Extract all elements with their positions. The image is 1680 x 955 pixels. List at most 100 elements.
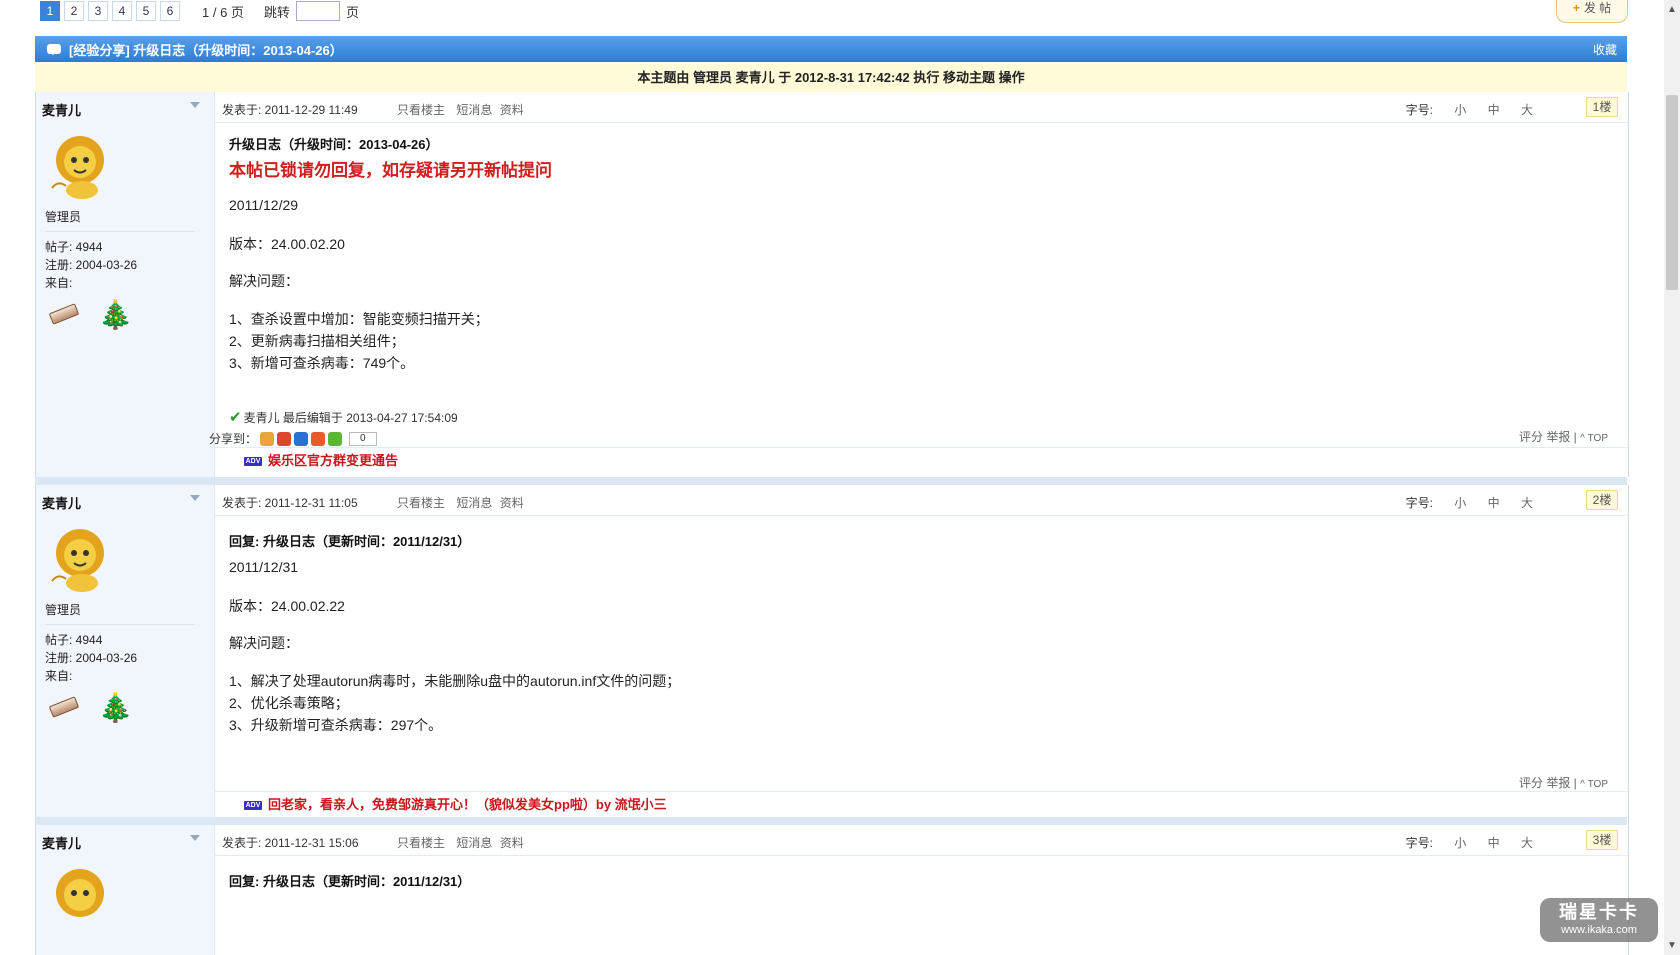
font-medium-button[interactable]: 中 (1488, 103, 1500, 117)
medal-pencil-icon (48, 303, 80, 325)
author-menu-arrow-icon[interactable] (190, 102, 200, 108)
post-1: 麦青儿 管理员 帖子: 4944 注册: 2004-03-26 来自: 🎄 发表… (35, 92, 1629, 477)
ad-row: ADV 回老家，看亲人，免费邹游真开心！（貌似发美女pp啦）by 流氓小三 (214, 791, 1628, 818)
message-link[interactable]: 短消息 (456, 836, 492, 850)
only-author-link[interactable]: 只看楼主 (397, 836, 445, 850)
author-sidebar: 麦青儿 管理员 帖子: 4944 注册: 2004-03-26 来自: 🎄 (36, 485, 215, 855)
share-weibo-icon[interactable] (277, 431, 292, 446)
message-link[interactable]: 短消息 (456, 496, 492, 510)
author-menu-arrow-icon[interactable] (190, 495, 200, 501)
scroll-up-icon[interactable]: ▲ (1664, 0, 1680, 18)
back-to-top-link[interactable]: ^ TOP (1580, 433, 1608, 444)
post-time: 发表于: 2011-12-29 11:49 (222, 103, 358, 117)
page-5-link[interactable]: 5 (136, 1, 156, 21)
post-header: 发表于: 2011-12-29 11:49 只看楼主 短消息 资料 字号: 小 … (214, 92, 1628, 123)
issue-item: 1、查杀设置中增加：智能变频扫描开关； (229, 311, 489, 327)
edit-note-text: 麦青儿 最后编辑于 2013-04-27 17:54:09 (243, 411, 458, 425)
font-small-button[interactable]: 小 (1454, 836, 1466, 850)
ad-row: ADV 娱乐区官方群变更通告 (214, 447, 1628, 474)
author-registered: 注册: 2004-03-26 (45, 651, 138, 665)
font-medium-button[interactable]: 中 (1488, 496, 1500, 510)
back-to-top-link[interactable]: ^ TOP (1580, 779, 1608, 790)
issue-item: 3、升级新增可查杀病毒：297个。 (229, 717, 443, 733)
post-time: 发表于: 2011-12-31 15:06 (222, 836, 359, 850)
font-large-button[interactable]: 大 (1521, 496, 1533, 510)
favorite-link[interactable]: 收藏 (1593, 41, 1617, 58)
issues-label: 解决问题： (229, 635, 299, 651)
scrollbar-thumb[interactable] (1666, 95, 1678, 290)
avatar (51, 136, 104, 199)
page-4-link[interactable]: 4 (112, 1, 132, 21)
page-2-link[interactable]: 2 (64, 1, 84, 21)
divider (45, 624, 195, 625)
scroll-down-icon[interactable]: ▼ (1664, 937, 1680, 955)
rate-link[interactable]: 评分 (1519, 430, 1543, 444)
post-date: 2011/12/29 (229, 197, 299, 213)
profile-link[interactable]: 资料 (500, 103, 524, 117)
floor-number[interactable]: 3楼 (1586, 830, 1618, 850)
avatar (51, 529, 104, 592)
floor-number[interactable]: 2楼 (1586, 490, 1618, 510)
page-6-link[interactable]: 6 (160, 1, 180, 21)
post-title: 回复: 升级日志（更新时间：2011/12/31） (229, 534, 471, 549)
jump-page-input[interactable] (295, 1, 340, 21)
font-small-button[interactable]: 小 (1454, 103, 1466, 117)
post-tools: 评分 举报 | ^ TOP (1519, 428, 1608, 445)
post-time: 发表于: 2011-12-31 11:05 (222, 496, 358, 510)
thread-title-bar: [经验分享] 升级日志（升级时间：2013-04-26） 收藏 (35, 36, 1627, 62)
share-count: 0 (349, 431, 377, 446)
page-3-link[interactable]: 3 (88, 1, 108, 21)
post-tools: 评分 举报 | ^ TOP (1519, 774, 1608, 791)
author-role: 管理员 (45, 603, 82, 617)
font-large-button[interactable]: 大 (1521, 103, 1533, 117)
divider (45, 231, 195, 232)
profile-link[interactable]: 资料 (500, 496, 524, 510)
share-renren-icon[interactable] (294, 431, 309, 446)
post-title: 升级日志（升级时间：2013-04-26） (229, 137, 439, 152)
check-icon: ✔ (229, 409, 242, 426)
message-link[interactable]: 短消息 (456, 103, 492, 117)
share-more-icon[interactable] (328, 431, 343, 446)
share-kaixin-icon[interactable] (311, 431, 326, 446)
ad-link[interactable]: 娱乐区官方群变更通告 (268, 453, 398, 468)
pagination: 1 2 3 4 5 6 1 / 6 页 跳转 页 (40, 0, 359, 22)
tools-separator: | (1573, 776, 1577, 790)
font-size-label: 字号: (1405, 496, 1433, 510)
only-author-link[interactable]: 只看楼主 (397, 496, 445, 510)
only-author-link[interactable]: 只看楼主 (397, 103, 445, 117)
thread-bubble-icon (47, 44, 61, 55)
post-3: 麦青儿 发表于: 2011-12-31 15:06 只看楼主 短消息 资料 字号… (35, 825, 1629, 955)
author-name[interactable]: 麦青儿 (42, 100, 81, 119)
ad-link[interactable]: 回老家，看亲人，免费邹游真开心！（貌似发美女pp啦）by 流氓小三 (268, 797, 667, 812)
jump-label: 跳转 (263, 4, 290, 20)
report-link[interactable]: 举报 (1546, 776, 1570, 790)
share-bar: 分享到： 0 (209, 430, 377, 447)
rate-link[interactable]: 评分 (1519, 776, 1543, 790)
share-qzone-icon[interactable] (260, 431, 275, 446)
watermark-logo: 瑞星卡卡 www.ikaka.com (1540, 898, 1658, 942)
watermark-url: www.ikaka.com (1561, 924, 1637, 936)
watermark-title: 瑞星卡卡 (1559, 902, 1639, 922)
author-name[interactable]: 麦青儿 (42, 833, 81, 852)
author-name[interactable]: 麦青儿 (42, 493, 81, 512)
page-1-link[interactable]: 1 (40, 1, 60, 21)
post-version: 版本：24.00.02.22 (229, 598, 345, 614)
new-post-label: 发 帖 (1583, 1, 1612, 15)
issue-item: 3、新增可查杀病毒：749个。 (229, 355, 415, 371)
share-label: 分享到： (209, 432, 258, 446)
font-size-label: 字号: (1405, 836, 1433, 850)
scrollbar[interactable]: ▲ ▼ (1664, 0, 1680, 955)
report-link[interactable]: 举报 (1546, 430, 1570, 444)
author-menu-arrow-icon[interactable] (190, 835, 200, 841)
font-small-button[interactable]: 小 (1454, 496, 1466, 510)
new-post-button[interactable]: + 发 帖 (1556, 0, 1628, 23)
medal-christmas-tree-icon: 🎄 (98, 692, 133, 723)
font-large-button[interactable]: 大 (1521, 836, 1533, 850)
adv-icon: ADV (244, 800, 262, 810)
font-medium-button[interactable]: 中 (1488, 836, 1500, 850)
page-info: 1 / 6 页 (202, 4, 244, 20)
author-sidebar: 麦青儿 管理员 帖子: 4944 注册: 2004-03-26 来自: 🎄 (36, 92, 215, 477)
profile-link[interactable]: 资料 (500, 836, 524, 850)
floor-number[interactable]: 1楼 (1586, 97, 1618, 117)
avatar (56, 869, 104, 917)
